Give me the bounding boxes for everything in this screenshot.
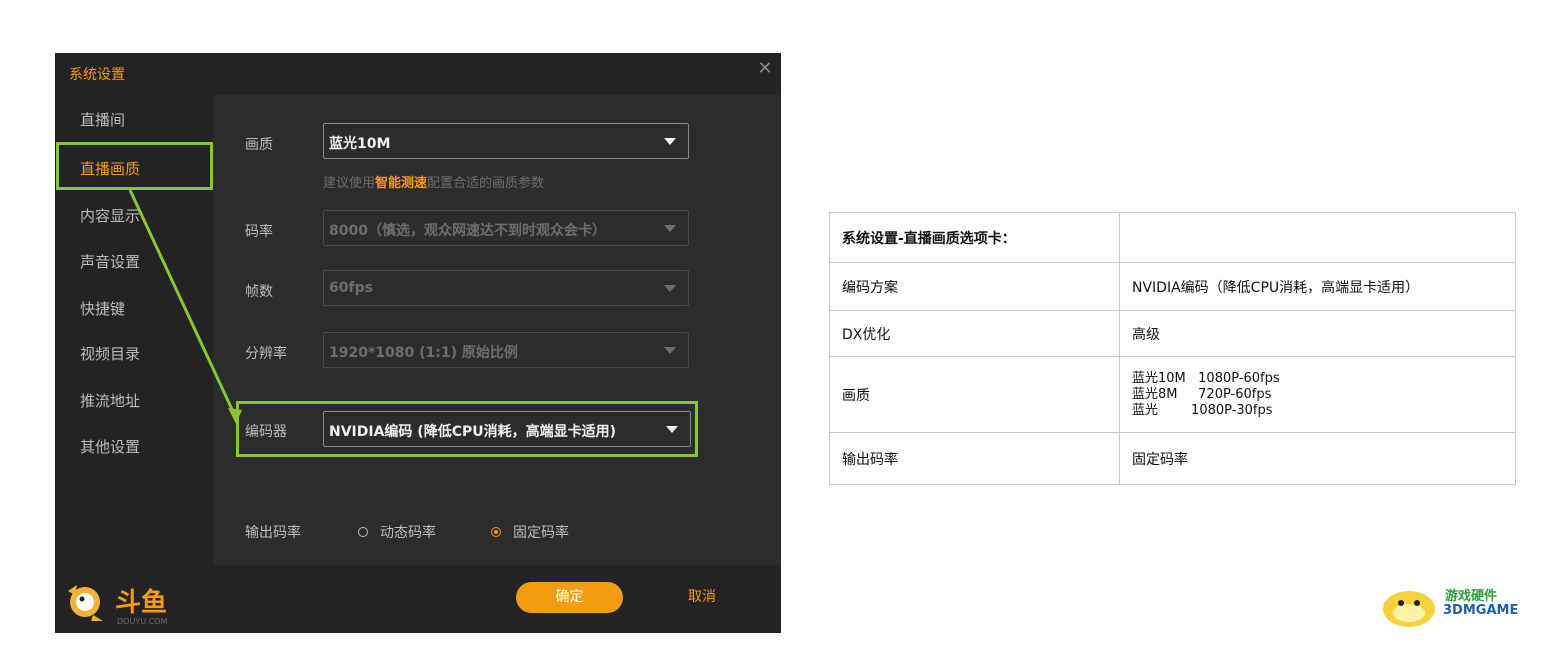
output-bitrate-label: 输出码率 <box>245 525 301 541</box>
radio-dynamic-label: 动态码率 <box>380 525 436 541</box>
table-row: DX优化 高级 <box>829 310 1516 357</box>
table-value-cell: 固定码率 <box>1119 432 1516 485</box>
bitrate-select[interactable]: 8000（慎选，观众网速达不到时观众会卡） <box>323 210 689 246</box>
resolution-select[interactable]: 1920*1080 (1:1) 原始比例 <box>323 332 689 368</box>
mascot-icon <box>1383 591 1435 627</box>
table-header-cell: 系统设置-直播画质选项卡： <box>829 212 1120 263</box>
fps-select[interactable]: 60fps <box>323 270 689 306</box>
settings-summary-table: 系统设置-直播画质选项卡： 编码方案 NVIDIA编码（降低CPU消耗，高端显卡… <box>829 212 1516 485</box>
douyu-logo: 斗鱼 DOUYU.COM <box>68 585 167 626</box>
logo-sub: DOUYU.COM <box>117 617 167 626</box>
sidebar-item-content-display[interactable]: 内容显示 <box>80 205 140 226</box>
quality-label: 画质 <box>245 137 273 153</box>
confirm-button[interactable]: 确定 <box>516 582 623 613</box>
3dmgame-watermark: 游戏硬件 3DMGAME <box>1377 583 1527 631</box>
quality-line: 蓝光8M 720P-60fps <box>1132 386 1272 402</box>
table-row: 系统设置-直播画质选项卡： <box>829 212 1516 263</box>
cancel-button[interactable]: 取消 <box>672 582 732 613</box>
sidebar-item-video-directory[interactable]: 视频目录 <box>80 343 140 364</box>
sidebar-item-sound-settings[interactable]: 声音设置 <box>80 251 140 272</box>
radio-circle-checked <box>491 527 501 537</box>
sidebar-item-other-settings[interactable]: 其他设置 <box>80 436 140 457</box>
smart-speedtest-link[interactable]: 智能测速 <box>375 176 427 191</box>
fps-label: 帧数 <box>245 284 273 300</box>
bitrate-label: 码率 <box>245 224 273 240</box>
quality-value: 蓝光10M <box>329 136 391 152</box>
resolution-label: 分辨率 <box>245 346 287 362</box>
settings-dialog: 系统设置 ✕ 直播间 直播画质 内容显示 声音设置 快捷键 视频目录 推流地址 … <box>55 53 781 633</box>
logo-text: 斗鱼 <box>115 588 167 618</box>
encoder-highlight-box <box>236 401 698 457</box>
dialog-titlebar: 系统设置 ✕ <box>55 53 781 95</box>
table-key-cell: 编码方案 <box>829 262 1120 311</box>
quality-hint: 建议使用智能测速配置合适的画质参数 <box>323 172 544 191</box>
dialog-footer: 斗鱼 DOUYU.COM 确定 取消 <box>55 565 781 633</box>
table-value-cell: 蓝光10M 1080P-60fps 蓝光8M 720P-60fps 蓝光 108… <box>1119 356 1516 433</box>
watermark-line2: 3DMGAME <box>1443 603 1519 618</box>
resolution-value: 1920*1080 (1:1) 原始比例 <box>329 345 518 361</box>
table-row: 画质 蓝光10M 1080P-60fps 蓝光8M 720P-60fps 蓝光 … <box>829 356 1516 433</box>
table-value-cell: 高级 <box>1119 310 1516 357</box>
radio-fixed-label: 固定码率 <box>513 525 569 541</box>
radio-circle <box>358 527 368 537</box>
hint-prefix: 建议使用 <box>323 176 376 191</box>
chevron-down-icon <box>664 285 676 292</box>
quality-line: 蓝光 1080P-30fps <box>1132 402 1273 418</box>
settings-content: 画质 蓝光10M 建议使用智能测速配置合适的画质参数 码率 8000（慎选，观众… <box>213 95 781 565</box>
radio-fixed-bitrate[interactable]: 固定码率 <box>491 522 569 542</box>
sidebar-item-shortcuts[interactable]: 快捷键 <box>80 298 125 319</box>
bitrate-value: 8000（慎选，观众网速达不到时观众会卡） <box>329 223 606 239</box>
watermark-line1: 游戏硬件 <box>1445 589 1498 604</box>
chevron-down-icon <box>664 138 676 145</box>
table-key-cell: 画质 <box>829 356 1120 433</box>
table-key-cell: 输出码率 <box>829 432 1120 485</box>
hint-suffix: 配置合适的画质参数 <box>427 176 545 191</box>
close-icon[interactable]: ✕ <box>755 59 775 79</box>
quality-select[interactable]: 蓝光10M <box>323 123 689 159</box>
radio-dynamic-bitrate[interactable]: 动态码率 <box>358 522 436 542</box>
table-value-cell: NVIDIA编码（降低CPU消耗，高端显卡适用） <box>1119 262 1516 311</box>
chevron-down-icon <box>664 347 676 354</box>
table-row: 编码方案 NVIDIA编码（降低CPU消耗，高端显卡适用） <box>829 262 1516 311</box>
sidebar-item-live-room[interactable]: 直播间 <box>80 109 125 130</box>
chevron-down-icon <box>664 225 676 232</box>
table-row: 输出码率 固定码率 <box>829 432 1516 485</box>
dialog-title: 系统设置 <box>69 67 125 83</box>
sidebar-highlight-box <box>56 142 213 190</box>
quality-line: 蓝光10M 1080P-60fps <box>1132 370 1280 386</box>
sidebar-item-stream-address[interactable]: 推流地址 <box>80 390 140 411</box>
table-key-cell: DX优化 <box>829 310 1120 357</box>
fps-value: 60fps <box>329 280 373 296</box>
table-cell <box>1119 212 1516 263</box>
